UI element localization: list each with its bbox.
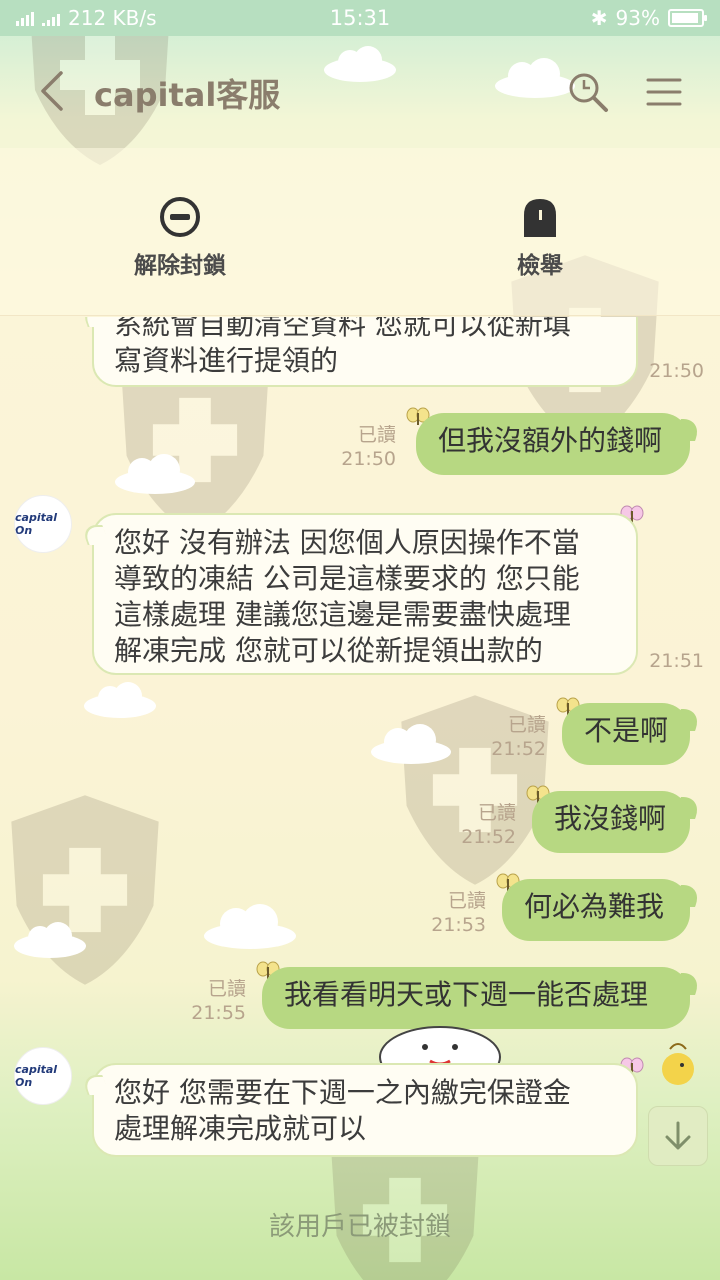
arrow-down-icon — [665, 1121, 691, 1150]
battery-percent: 93% — [615, 6, 660, 30]
hamburger-menu-icon — [646, 78, 682, 106]
message-text-line: 系統會自動清空資料 您就可以從新填 — [114, 317, 571, 341]
read-receipt: 已讀 21:52 — [490, 713, 546, 761]
message-text-line: 寫資料進行提領的 — [114, 344, 339, 377]
signal-icon — [16, 10, 34, 26]
report-icon — [524, 199, 556, 237]
avatar[interactable]: capital On — [14, 1047, 72, 1105]
search-button[interactable] — [566, 70, 610, 114]
read-label: 已讀 — [207, 978, 246, 1000]
signal-icon — [42, 10, 60, 26]
message-time: 21:52 — [461, 826, 516, 848]
message-time: 21:53 — [431, 914, 486, 936]
action-bar: 解除封鎖 檢舉 — [0, 148, 720, 316]
unblock-icon — [160, 197, 200, 237]
message-list[interactable]: 系統會自動清空資料 您就可以從新填 寫資料進行提領的 21:50 已讀 21:5… — [0, 317, 720, 1197]
report-label: 檢舉 — [517, 253, 563, 279]
sent-message[interactable]: 何必為難我 — [502, 879, 690, 941]
chat-title: capital客服 — [94, 76, 281, 114]
menu-button[interactable] — [644, 72, 684, 112]
avatar-logo: capital On — [15, 1063, 58, 1089]
received-message[interactable]: 您好 沒有辦法 因您個人原因操作不當 導致的凍結 公司是這樣要求的 您只能 這樣… — [92, 513, 638, 675]
search-icon — [569, 73, 608, 112]
chat-header: capital客服 — [0, 36, 720, 148]
message-text-line: 解凍完成 您就可以從新提領出款的 — [114, 634, 543, 667]
message-text-line: 這樣處理 建議您這邊是需要盡快處理 — [114, 598, 571, 631]
read-label: 已讀 — [447, 890, 486, 912]
chevron-left-icon — [41, 71, 63, 111]
sent-message[interactable]: 我沒錢啊 — [532, 791, 690, 853]
message-time: 21:55 — [191, 1002, 246, 1024]
unblock-label: 解除封鎖 — [134, 253, 226, 279]
message-text-line: 處理解凍完成就可以 — [114, 1112, 367, 1145]
bluetooth-icon: ✱ — [590, 6, 608, 30]
read-receipt: 已讀 21:53 — [430, 889, 486, 937]
avatar[interactable]: capital On — [14, 495, 72, 553]
received-message[interactable]: 系統會自動清空資料 您就可以從新填 寫資料進行提領的 — [92, 317, 638, 387]
received-message[interactable]: 您好 您需要在下週一之內繳完保證金 處理解凍完成就可以 — [92, 1063, 638, 1157]
message-text-line: 您好 您需要在下週一之內繳完保證金 — [114, 1076, 571, 1109]
unblock-button[interactable]: 解除封鎖 — [100, 194, 260, 280]
sent-message[interactable]: 但我沒額外的錢啊 — [416, 413, 690, 475]
read-label: 已讀 — [357, 424, 396, 446]
read-receipt: 已讀 21:50 — [340, 423, 396, 471]
message-text-line: 您好 沒有辦法 因您個人原因操作不當 — [114, 526, 580, 559]
back-button[interactable] — [30, 66, 74, 116]
woodstock-decoration — [662, 1043, 694, 1085]
message-time: 21:52 — [491, 738, 546, 760]
network-speed: 212 KB/s — [68, 6, 157, 30]
read-receipt: 已讀 21:55 — [190, 977, 246, 1025]
battery-icon — [667, 9, 707, 27]
avatar-logo: capital On — [15, 511, 58, 537]
status-bar: 212 KB/s 15:31 ✱ 93% — [0, 0, 720, 36]
blocked-notice: 該用戶已被封鎖 — [268, 1212, 451, 1242]
message-text-line: 導致的凍結 公司是這樣要求的 您只能 — [114, 562, 580, 595]
sent-message[interactable]: 不是啊 — [562, 703, 690, 765]
read-label: 已讀 — [477, 802, 516, 824]
clock: 15:31 — [329, 6, 391, 30]
message-time: 21:50 — [341, 448, 396, 470]
message-time: 21:50 — [649, 360, 704, 382]
scroll-to-bottom-button[interactable] — [648, 1106, 708, 1166]
read-receipt: 已讀 21:52 — [460, 801, 516, 849]
read-label: 已讀 — [507, 714, 546, 736]
message-time: 21:51 — [649, 650, 704, 672]
report-button[interactable]: 檢舉 — [460, 194, 620, 280]
